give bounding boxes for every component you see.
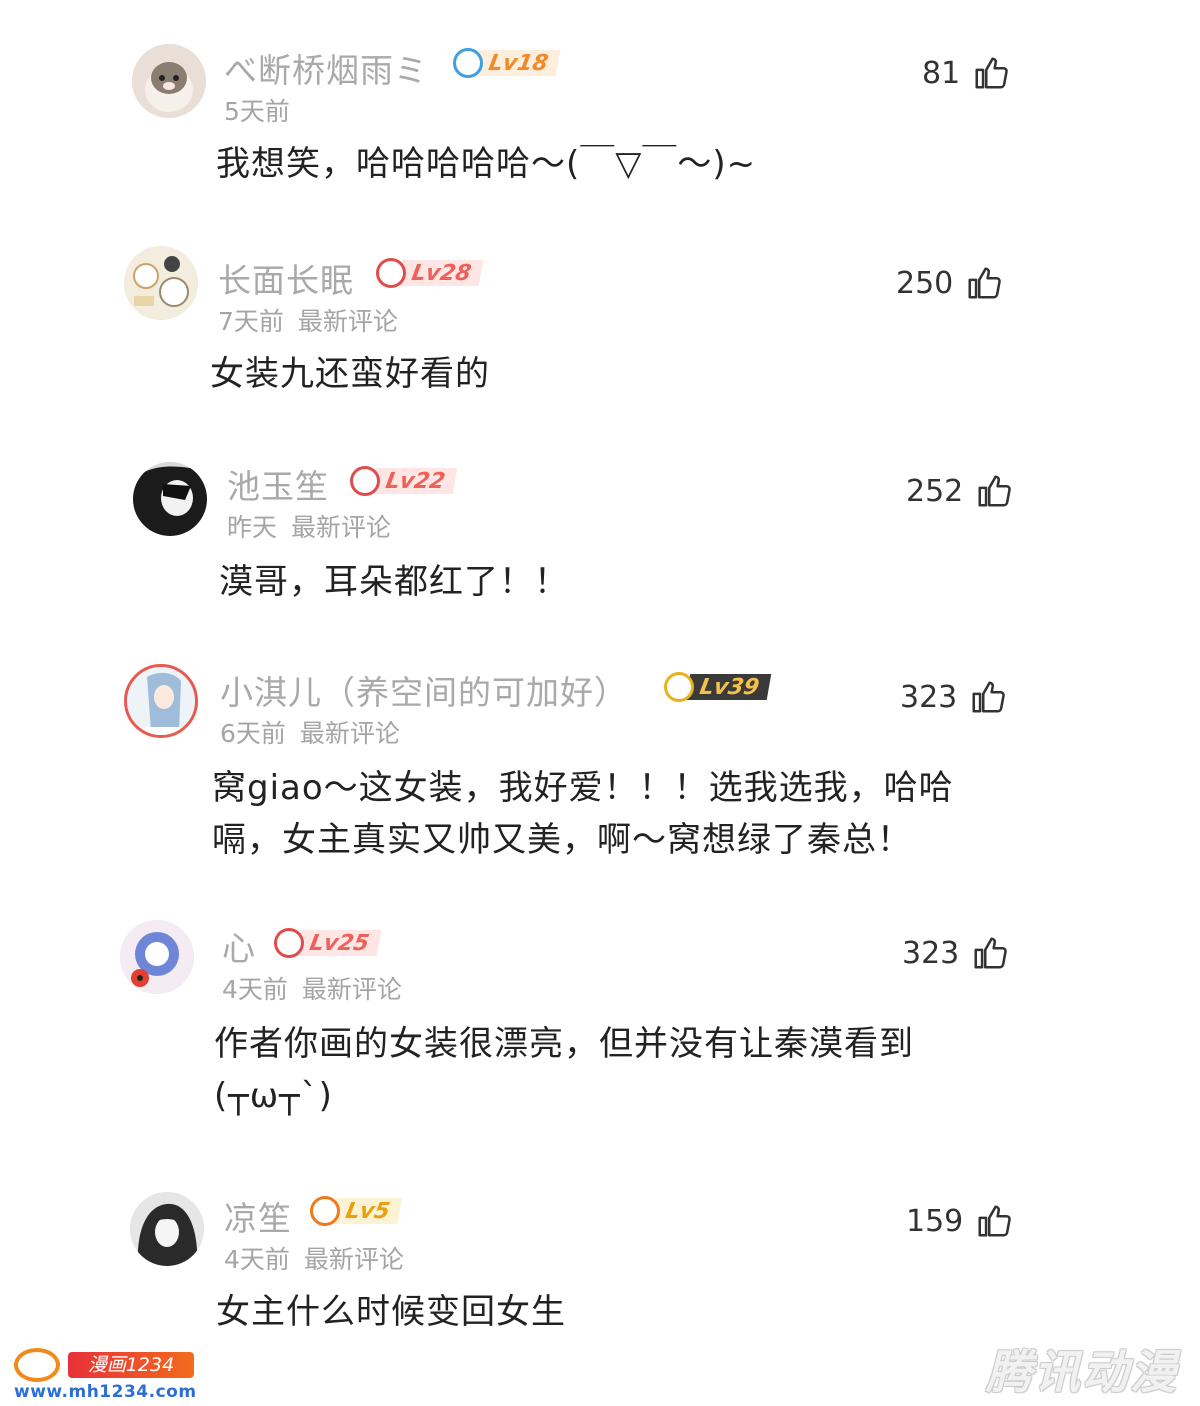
like-button[interactable]: 250 [896,264,1003,302]
level-label: Lv5 [331,1198,402,1224]
comment-meta: 4天前 最新评论 [222,970,402,1006]
like-button[interactable]: 159 [906,1202,1013,1240]
like-count: 252 [906,473,964,509]
like-count: 323 [900,679,958,715]
thumb-up-icon[interactable] [965,264,1003,302]
level-badge-icon [274,928,304,958]
username[interactable]: 长面长眠 [218,254,354,302]
watermark-tag: 漫画1234 [68,1352,194,1378]
comment-content: 女主什么时候变回女生 [216,1286,566,1338]
level-label: Lv18 [474,50,561,76]
avatar[interactable] [124,664,198,738]
comment-line: 女装九还蛮好看的 [210,354,490,394]
like-button[interactable]: 252 [906,472,1013,510]
level-label: Lv22 [371,468,458,494]
username[interactable]: 小淇儿（养空间的可加好） [220,666,628,714]
like-count: 81 [922,55,961,91]
comment-time: 5天前 [224,97,290,126]
avatar[interactable] [133,462,207,536]
comment-time: 6天前 [220,719,286,748]
comment-tag: 最新评论 [297,307,398,336]
comment-line: (┬ω┬`) [214,1076,333,1116]
level-badge: Lv22 [350,466,458,496]
thumb-up-icon[interactable] [969,678,1007,716]
thumb-up-icon[interactable] [971,934,1009,972]
thumb-up-icon[interactable] [972,54,1010,92]
avatar[interactable] [124,246,198,320]
thumb-up-icon[interactable] [975,1202,1013,1240]
site-logo-icon [14,1348,60,1382]
comment-line: 嗝，女主真实又帅又美，啊～窝想绿了秦总！ [212,820,912,860]
username[interactable]: べ断桥烟雨ミ [224,44,428,92]
comment-tag: 最新评论 [303,1245,404,1274]
comment-meta: 5天前 [224,92,290,128]
comment-content: 作者你画的女装很漂亮，但并没有让秦漠看到 (┬ω┬`) [214,1018,914,1122]
avatar[interactable] [120,920,194,994]
level-label: Lv28 [397,260,484,286]
like-button[interactable]: 81 [922,54,1010,92]
level-badge-icon [310,1196,340,1226]
level-badge: Lv25 [274,928,382,958]
like-button[interactable]: 323 [902,934,1009,972]
comment-line: 作者你画的女装很漂亮，但并没有让秦漠看到 [214,1024,914,1064]
level-badge-icon [350,466,380,496]
like-count: 323 [902,935,960,971]
comment-time: 4天前 [224,1245,290,1274]
comment-line: 我想笑，哈哈哈哈哈～(￣▽￣～)~ [216,144,757,184]
comment-tag: 最新评论 [290,513,391,542]
level-label: Lv39 [685,674,772,700]
level-badge: Lv5 [310,1196,402,1226]
username[interactable]: 池玉笙 [227,460,329,508]
comment-content: 女装九还蛮好看的 [210,348,490,400]
level-badge-icon [376,258,406,288]
level-badge: Lv18 [453,48,561,78]
comment-time: 7天前 [218,307,284,336]
thumb-up-icon[interactable] [975,472,1013,510]
username[interactable]: 凉笙 [224,1192,292,1240]
comment-content: 我想笑，哈哈哈哈哈～(￣▽￣～)~ [216,138,756,190]
comment-meta: 4天前 最新评论 [224,1240,404,1276]
site-watermark: 漫画1234 www.mh1234.com [14,1346,204,1402]
like-button[interactable]: 323 [900,678,1007,716]
comment-time: 4天前 [222,975,288,1004]
comment-line: 窝giao～这女装，我好爱！！！选我选我，哈哈 [212,768,954,808]
level-badge: Lv28 [376,258,484,288]
like-count: 159 [906,1203,964,1239]
like-count: 250 [896,265,954,301]
comment-line: 女主什么时候变回女生 [216,1292,566,1332]
avatar[interactable] [132,44,206,118]
comment-content: 漠哥，耳朵都红了！！ [219,556,569,608]
level-badge: Lv39 [664,672,772,702]
publisher-watermark: 腾讯动漫 [986,1345,1178,1399]
comment-meta: 7天前 最新评论 [218,302,398,338]
comment-time: 昨天 [227,513,278,542]
comment-item: べ断桥烟雨ミ Lv18 5天前 81 我想笑，哈哈哈哈哈～(￣▽￣～)~ [0,0,1200,210]
level-badge-icon [664,672,694,702]
username[interactable]: 心 [222,922,256,970]
comment-tag: 最新评论 [301,975,402,1004]
watermark-url: www.mh1234.com [14,1382,197,1402]
comment-meta: 昨天 最新评论 [227,508,391,544]
comment-tag: 最新评论 [299,719,400,748]
avatar[interactable] [130,1192,204,1266]
comment-line: 漠哥，耳朵都红了！！ [219,562,569,602]
level-badge-icon [453,48,483,78]
level-label: Lv25 [295,930,382,956]
comment-meta: 6天前 最新评论 [220,714,400,750]
comment-content: 窝giao～这女装，我好爱！！！选我选我，哈哈 嗝，女主真实又帅又美，啊～窝想绿… [212,762,954,866]
